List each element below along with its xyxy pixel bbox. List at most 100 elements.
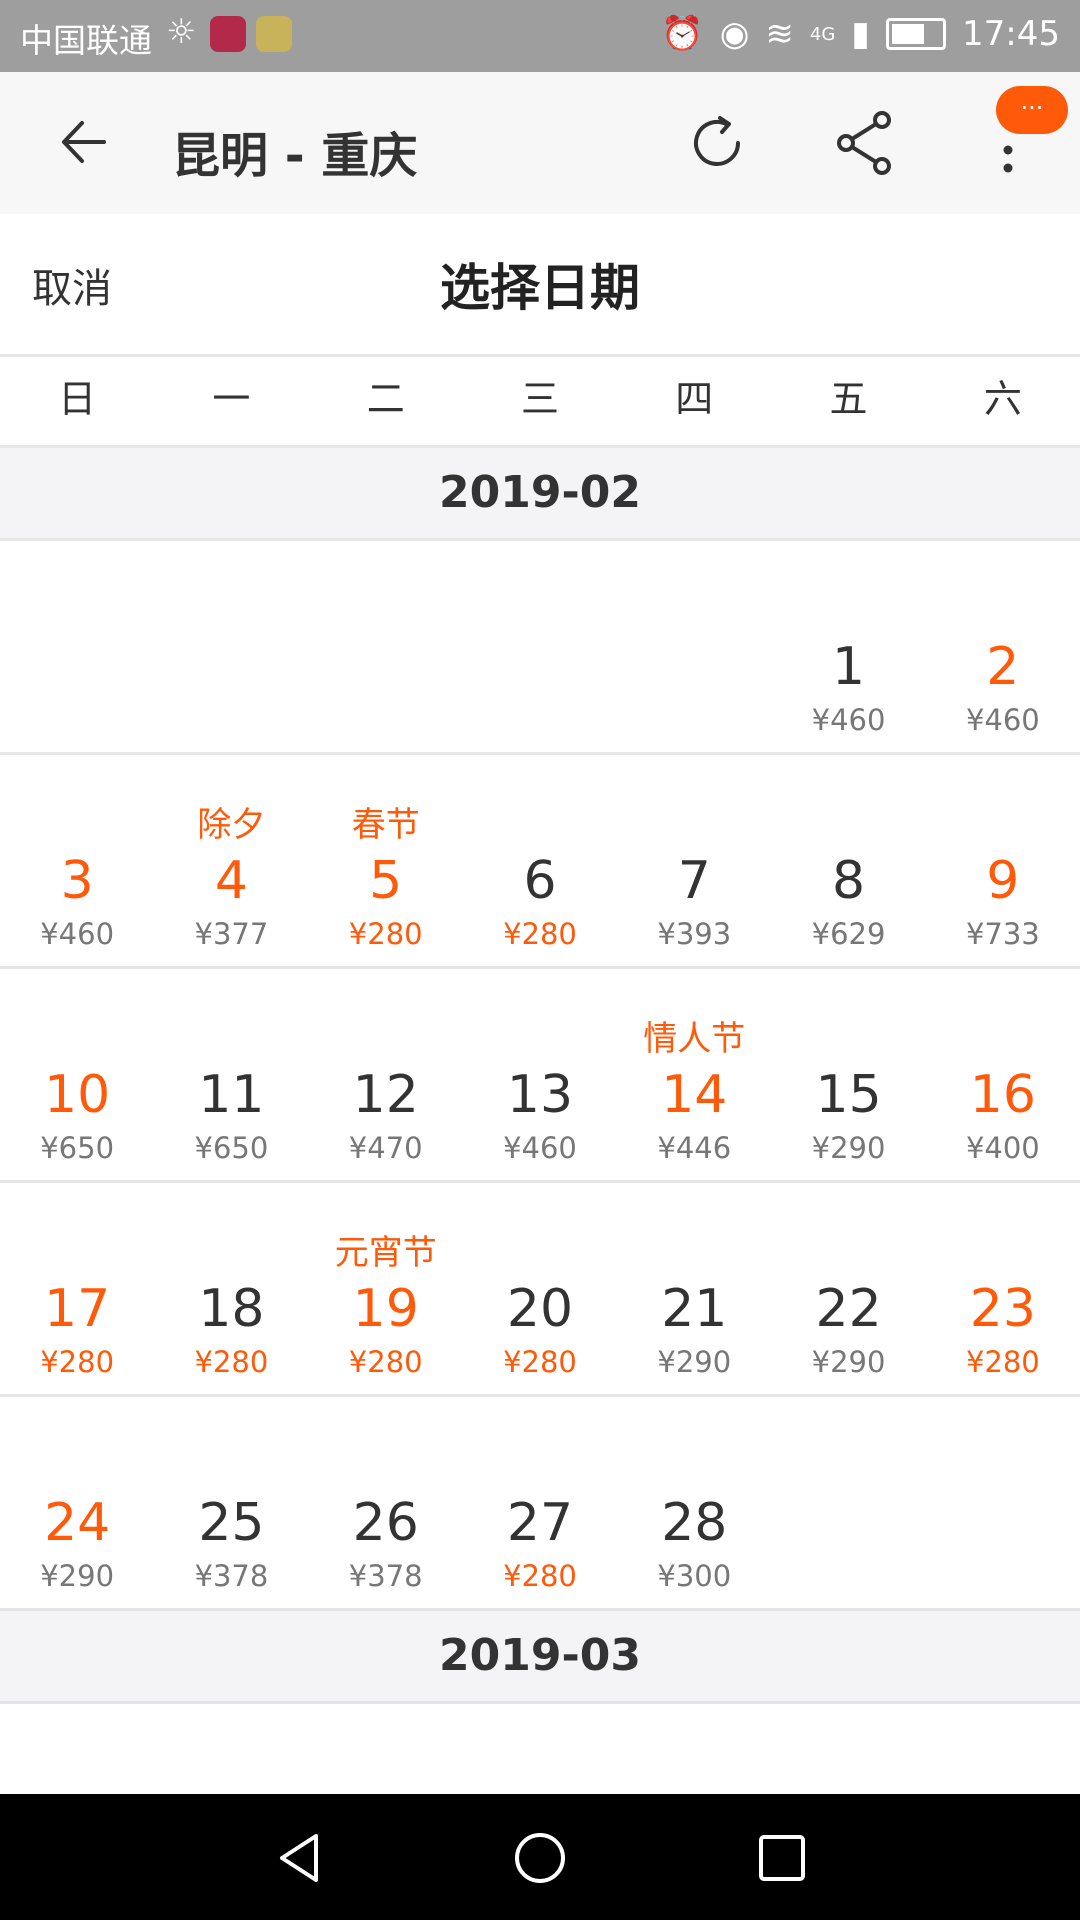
day-cell[interactable]: 15 ¥290 <box>771 969 925 1180</box>
weekday-label: 五 <box>829 377 868 421</box>
weekday-label: 日 <box>58 377 97 421</box>
day-price: ¥290 <box>811 1345 886 1379</box>
day-cell[interactable]: 22 ¥290 <box>771 1183 925 1394</box>
day-number: 17 <box>44 1279 111 1339</box>
festival-label: 元宵节 <box>334 1233 437 1273</box>
day-price: ¥400 <box>965 1131 1040 1165</box>
day-number: 23 <box>969 1279 1036 1339</box>
day-number: 8 <box>832 851 866 911</box>
day-number: 19 <box>352 1279 419 1339</box>
day-cell[interactable]: 27 ¥280 <box>463 1397 617 1608</box>
day-cell[interactable]: 23 ¥280 <box>926 1183 1080 1394</box>
day-number: 11 <box>198 1065 265 1125</box>
day-number: 4 <box>214 851 248 911</box>
day-number: 18 <box>198 1279 265 1339</box>
day-price: ¥470 <box>348 1131 423 1165</box>
day-cell[interactable]: 情人节 14 ¥446 <box>617 969 771 1180</box>
day-cell[interactable]: 元宵节 19 ¥280 <box>309 1183 463 1394</box>
day-price: ¥733 <box>965 917 1040 951</box>
day-cell[interactable]: 18 ¥280 <box>154 1183 308 1394</box>
day-price: ¥280 <box>503 1559 577 1593</box>
music-app-icon <box>256 16 292 52</box>
day-cell[interactable]: 12 ¥470 <box>309 969 463 1180</box>
day-price: ¥280 <box>348 1345 423 1379</box>
day-number: 6 <box>523 851 557 911</box>
day-cell[interactable]: 春节 5 ¥280 <box>309 755 463 966</box>
alarm-icon: ⏰ <box>661 14 704 54</box>
nav-home-icon[interactable] <box>512 1830 568 1886</box>
day-price: ¥290 <box>811 1131 886 1165</box>
day-cell[interactable]: 3 ¥460 <box>0 755 154 966</box>
day-price: ¥280 <box>194 1345 269 1379</box>
day-price: ¥280 <box>348 917 423 951</box>
month-header: 2019-02 <box>0 448 1080 541</box>
weekday-label: 四 <box>675 377 714 421</box>
battery-icon <box>886 18 947 50</box>
brightness-icon: ☼ <box>166 12 197 52</box>
nav-recents-icon[interactable] <box>754 1830 810 1886</box>
day-cell[interactable]: 8 ¥629 <box>771 755 925 966</box>
day-price: ¥460 <box>811 703 886 737</box>
day-cell[interactable]: 28 ¥300 <box>617 1397 771 1608</box>
eye-icon: ◉ <box>719 14 750 54</box>
day-number: 15 <box>815 1065 882 1125</box>
calendar-week-row: 10 ¥650 11 ¥650 12 ¥470 13 ¥460 情人节 14 ¥446 15 ¥290 1… <box>0 969 1080 1183</box>
weekday-label: 二 <box>366 377 405 421</box>
day-number: 12 <box>352 1065 419 1125</box>
day-number: 24 <box>44 1493 111 1553</box>
day-price: ¥290 <box>40 1559 115 1593</box>
festival-label: 春节 <box>351 805 420 845</box>
route-title: 昆明 - 重庆 <box>172 128 418 184</box>
day-cell[interactable]: 11 ¥650 <box>154 969 308 1180</box>
day-cell[interactable]: 21 ¥290 <box>617 1183 771 1394</box>
day-cell[interactable]: 9 ¥733 <box>926 755 1080 966</box>
nav-back-icon[interactable] <box>272 1830 328 1886</box>
back-arrow-icon[interactable] <box>58 117 108 167</box>
day-price: ¥460 <box>503 1131 577 1165</box>
day-cell[interactable]: 25 ¥378 <box>154 1397 308 1608</box>
day-cell[interactable]: 24 ¥290 <box>0 1397 154 1608</box>
day-price: ¥280 <box>503 917 577 951</box>
festival-label: 情人节 <box>643 1019 746 1059</box>
weekday-label: 三 <box>520 377 559 421</box>
day-number: 13 <box>506 1065 574 1125</box>
wifi-icon: ≋ <box>765 14 794 54</box>
app-header: 昆明 - 重庆 ··· <box>0 72 1080 214</box>
day-price: ¥650 <box>40 1131 115 1165</box>
day-price: ¥300 <box>657 1559 732 1593</box>
day-price: ¥378 <box>194 1559 269 1593</box>
day-cell[interactable]: 6 ¥280 <box>463 755 617 966</box>
weekday-header: 日 一 二 三 四 五 六 <box>0 357 1080 448</box>
day-cell[interactable]: 16 ¥400 <box>926 969 1080 1180</box>
calendar-week-row: 3 ¥460 除夕 4 ¥377 春节 5 ¥280 6 ¥280 7 ¥393 8 ¥629 9 ¥733 <box>0 755 1080 969</box>
day-number: 3 <box>60 851 94 911</box>
day-number: 28 <box>661 1493 728 1553</box>
calendar-week-row: 1 ¥460 2 ¥460 <box>0 541 1080 755</box>
more-options-icon[interactable] <box>994 130 1022 186</box>
day-cell[interactable]: 10 ¥650 <box>0 969 154 1180</box>
day-number: 10 <box>44 1065 111 1125</box>
day-cell[interactable]: 26 ¥378 <box>309 1397 463 1608</box>
refresh-icon[interactable] <box>686 112 748 174</box>
date-picker-header: 取消 选择日期 <box>0 214 1080 357</box>
day-cell[interactable]: 除夕 4 ¥377 <box>154 755 308 966</box>
day-price: ¥446 <box>657 1131 732 1165</box>
day-number: 14 <box>661 1065 728 1125</box>
day-number: 2 <box>986 637 1020 697</box>
day-cell[interactable]: 17 ¥280 <box>0 1183 154 1394</box>
day-price: ¥290 <box>657 1345 732 1379</box>
day-cell[interactable]: 2 ¥460 <box>926 541 1080 752</box>
day-number: 5 <box>369 851 403 911</box>
day-cell[interactable]: 20 ¥280 <box>463 1183 617 1394</box>
day-number: 26 <box>352 1493 419 1553</box>
day-number: 9 <box>986 851 1020 911</box>
day-cell[interactable]: 1 ¥460 <box>771 541 925 752</box>
day-price: ¥393 <box>657 917 732 951</box>
more-badge[interactable]: ··· <box>996 86 1068 134</box>
share-icon[interactable] <box>834 110 896 176</box>
calendar-week-row: 24 ¥290 25 ¥378 26 ¥378 27 ¥280 28 ¥300 <box>0 1397 1080 1611</box>
day-cell[interactable]: 13 ¥460 <box>463 969 617 1180</box>
day-price: ¥460 <box>40 917 115 951</box>
day-number: 22 <box>815 1279 882 1339</box>
day-cell[interactable]: 7 ¥393 <box>617 755 771 966</box>
